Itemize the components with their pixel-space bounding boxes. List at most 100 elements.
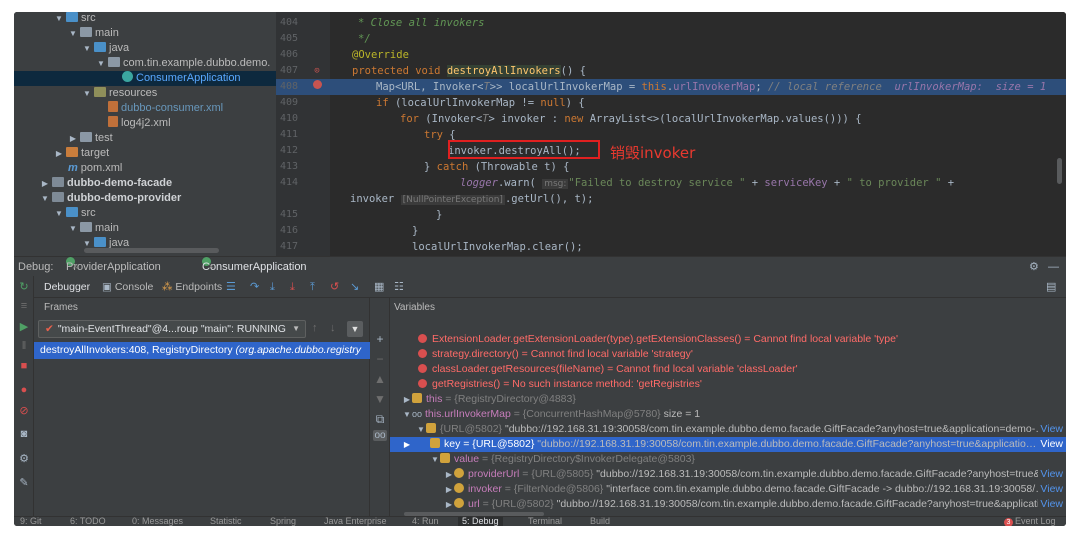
breakpoint-icon[interactable] bbox=[312, 79, 322, 95]
expand-arrow-icon[interactable]: ▼ bbox=[82, 86, 92, 101]
expand-arrow-icon[interactable]: ▼ bbox=[68, 221, 78, 236]
show-execution-point-icon[interactable]: ☰ bbox=[226, 276, 236, 298]
tool-tab-statistic[interactable]: Statistic bbox=[210, 517, 242, 526]
current-execution-line[interactable]: 408 Map<URL, Invoker<T>> localUrlInvokerM… bbox=[276, 79, 1066, 95]
collapse-arrow-icon[interactable]: ▶ bbox=[40, 176, 50, 191]
step-over-icon[interactable]: ↷ bbox=[250, 276, 259, 298]
watch-error-row[interactable]: ExtensionLoader.getExtensionLoader(type)… bbox=[390, 332, 1066, 347]
arrow-up-icon[interactable]: ↑ bbox=[312, 322, 318, 334]
code-line[interactable]: 411 try { bbox=[276, 127, 1066, 143]
thread-selector[interactable]: ✔ "main-EventThread"@4...roup "main": RUN… bbox=[38, 320, 306, 338]
tree-item-test[interactable]: ▶ test bbox=[14, 131, 276, 146]
view-link[interactable]: View bbox=[1038, 422, 1063, 437]
minimize-icon[interactable]: — bbox=[1048, 257, 1059, 277]
resume-icon[interactable]: ▶ bbox=[17, 320, 31, 333]
variable-this[interactable]: ▶ this = {RegistryDirectory@4883} bbox=[390, 392, 1066, 407]
tab-endpoints[interactable]: ⁂ Endpoints bbox=[162, 276, 222, 298]
collapse-arrow-icon[interactable]: ▶ bbox=[444, 467, 454, 482]
collapse-arrow-icon[interactable]: ▶ bbox=[402, 437, 412, 452]
variable-value[interactable]: ▼ value = {RegistryDirectory$InvokerDeleg… bbox=[390, 452, 1066, 467]
editor-scrollbar[interactable] bbox=[1057, 158, 1062, 184]
rerun-icon[interactable]: ↻ bbox=[17, 280, 31, 293]
tab-console[interactable]: ▣ Console bbox=[102, 276, 153, 298]
tool-tab-spring[interactable]: Spring bbox=[270, 517, 296, 526]
copy-icon[interactable]: ⧉ bbox=[373, 412, 387, 427]
expand-arrow-icon[interactable]: ▼ bbox=[40, 191, 50, 206]
camera-icon[interactable]: ◙ bbox=[17, 428, 31, 440]
tool-tab-debug[interactable]: 5: Debug bbox=[458, 517, 503, 526]
tool-tab-git[interactable]: 9: Git bbox=[20, 517, 42, 526]
tab-debugger[interactable]: Debugger bbox=[44, 276, 90, 298]
code-line[interactable]: 417 localUrlInvokerMap.clear(); bbox=[276, 239, 1066, 255]
tree-item-pom-xml[interactable]: m pom.xml bbox=[14, 161, 276, 176]
collapse-arrow-icon[interactable]: ▶ bbox=[402, 392, 412, 407]
code-line[interactable]: 414 logger.warn( msg: "Failed to destroy s… bbox=[276, 175, 1066, 191]
watch-error-row[interactable]: classLoader.getResources(fileName) = Can… bbox=[390, 362, 1066, 377]
tree-item-java[interactable]: ▼ java bbox=[14, 41, 276, 56]
collapse-arrow-icon[interactable]: ▶ bbox=[444, 497, 454, 512]
code-line[interactable]: 406 @Override bbox=[276, 47, 1066, 63]
code-line[interactable]: 404 * Close all invokers bbox=[276, 15, 1066, 31]
expand-arrow-icon[interactable]: ▼ bbox=[96, 56, 106, 71]
collapse-arrow-icon[interactable]: ▶ bbox=[68, 131, 78, 146]
settings-icon[interactable]: ⚙ bbox=[17, 452, 31, 465]
code-line[interactable]: 407 ⊙ protected void destroyAllInvokers() … bbox=[276, 63, 1066, 79]
tool-tab-messages[interactable]: 0: Messages bbox=[132, 517, 183, 526]
expand-arrow-icon[interactable]: ▼ bbox=[68, 26, 78, 41]
close-icon[interactable]: × bbox=[72, 257, 78, 277]
variable-provider-url[interactable]: ▶ providerUrl = {URL@5805} "dubbo://192.1… bbox=[390, 467, 1066, 482]
expand-arrow-icon[interactable]: ▼ bbox=[430, 452, 440, 467]
event-log[interactable]: 3 Event Log bbox=[1004, 517, 1056, 526]
tree-item-consumer-application[interactable]: ConsumerApplication bbox=[14, 71, 276, 86]
force-step-into-icon[interactable]: ⤓ bbox=[290, 276, 295, 298]
mute-breakpoints-icon[interactable]: ⊘ bbox=[17, 404, 31, 417]
code-line[interactable]: 416} bbox=[276, 223, 1066, 239]
pause-icon[interactable]: ‖ bbox=[17, 340, 31, 352]
tree-item-main[interactable]: ▼ main bbox=[14, 221, 276, 236]
tree-item-package[interactable]: ▼ com.tin.example.dubbo.demo. bbox=[14, 56, 276, 71]
view-link[interactable]: View bbox=[1038, 497, 1063, 512]
show-watches-icon[interactable]: oo bbox=[373, 430, 387, 441]
expand-arrow-icon[interactable]: ▼ bbox=[54, 206, 64, 221]
tool-tab-terminal[interactable]: Terminal bbox=[528, 517, 562, 526]
tool-tab-todo[interactable]: 6: TODO bbox=[70, 517, 106, 526]
watch-error-row[interactable]: strategy.directory() = Cannot find local… bbox=[390, 347, 1066, 362]
step-out-icon[interactable]: ⤒ bbox=[310, 276, 315, 298]
tree-item-log4j2-xml[interactable]: log4j2.xml bbox=[14, 116, 276, 131]
code-line-wrap[interactable]: invoker [NullPointerException] .getUrl(),… bbox=[276, 191, 1066, 207]
tree-item-main[interactable]: ▼ main bbox=[14, 26, 276, 41]
pin-icon[interactable]: ✎ bbox=[17, 476, 31, 489]
add-watch-icon[interactable]: + bbox=[373, 332, 387, 346]
code-editor[interactable]: 404 * Close all invokers 405 */ 406 @Overri… bbox=[276, 12, 1066, 256]
expand-arrow-icon[interactable]: ▼ bbox=[82, 41, 92, 56]
view-link[interactable]: View bbox=[1038, 482, 1063, 497]
filter-icon[interactable]: ▼ bbox=[347, 321, 363, 337]
arrow-down-icon[interactable]: ↓ bbox=[330, 322, 336, 334]
tree-item-target[interactable]: ▶ target bbox=[14, 146, 276, 161]
stop-icon[interactable]: ■ bbox=[17, 360, 31, 372]
expand-arrow-icon[interactable]: ▼ bbox=[416, 422, 426, 437]
tool-tab-build[interactable]: Build bbox=[590, 517, 610, 526]
view-link[interactable]: View bbox=[1038, 467, 1063, 482]
watch-error-row[interactable]: getRegistries() = No such instance metho… bbox=[390, 377, 1066, 392]
tree-item-dubbo-consumer-xml[interactable]: dubbo-consumer.xml bbox=[14, 101, 276, 116]
code-line[interactable]: 410 for (Invoker<T> invoker : new ArrayLi… bbox=[276, 111, 1066, 127]
variable-key-selected[interactable]: ▶ key = {URL@5802} "dubbo://192.168.31.19… bbox=[390, 437, 1066, 452]
stack-frame-selected[interactable]: destroyAllInvokers:408, RegistryDirector… bbox=[34, 342, 370, 359]
step-into-icon[interactable]: ⤓ bbox=[270, 276, 275, 298]
tree-item-resources[interactable]: ▼ resources bbox=[14, 86, 276, 101]
tree-item-dubbo-demo-provider[interactable]: ▼ dubbo-demo-provider bbox=[14, 191, 276, 206]
collapse-arrow-icon[interactable]: ▶ bbox=[444, 482, 454, 497]
view-link[interactable]: View bbox=[1038, 437, 1063, 452]
tree-scrollbar[interactable] bbox=[84, 248, 219, 253]
drop-frame-icon[interactable]: ↺ bbox=[330, 276, 339, 298]
layout-settings-icon[interactable]: ▤ bbox=[1046, 276, 1056, 298]
close-icon[interactable]: × bbox=[208, 257, 214, 277]
tree-item-dubbo-demo-facade[interactable]: ▶ dubbo-demo-facade bbox=[14, 176, 276, 191]
view-breakpoints-icon[interactable]: ● bbox=[17, 384, 31, 396]
tool-tab-run[interactable]: 4: Run bbox=[412, 517, 439, 526]
tree-item-src[interactable]: ▼ src bbox=[14, 12, 276, 26]
run-to-cursor-icon[interactable]: ↘ bbox=[350, 276, 359, 298]
code-line[interactable]: 415} bbox=[276, 207, 1066, 223]
collapse-arrow-icon[interactable]: ▶ bbox=[54, 146, 64, 161]
